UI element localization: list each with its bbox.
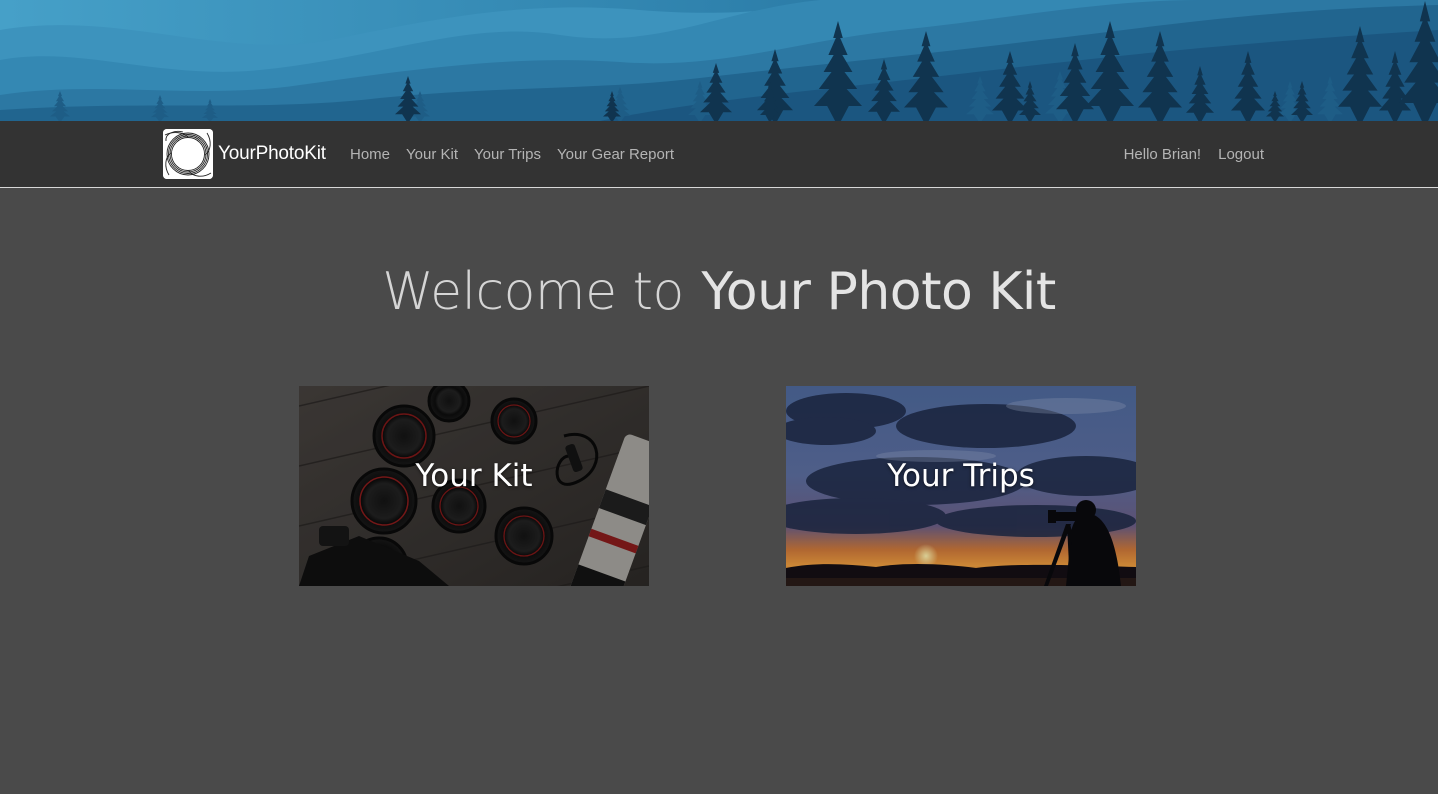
header-banner	[0, 0, 1438, 121]
your-trips-card[interactable]: Your Trips	[786, 386, 1136, 586]
primary-nav: Home Your Kit Your Trips Your Gear Repor…	[350, 121, 690, 188]
mountain-forest-illustration	[0, 0, 1438, 121]
your-kit-card-label: Your Kit	[415, 458, 533, 494]
brand-home-link[interactable]: YourPhotoKit	[163, 129, 326, 179]
user-nav: Hello Brian! Logout	[1107, 121, 1264, 188]
page-title: Welcome to Your Photo Kit	[0, 262, 1438, 322]
nav-your-trips-link[interactable]: Your Trips	[474, 146, 541, 163]
page-title-emphasis: Your Photo Kit	[701, 262, 1056, 322]
nav-your-kit-link[interactable]: Your Kit	[406, 146, 458, 163]
brand-name: YourPhotoKit	[218, 143, 326, 164]
your-trips-card-label: Your Trips	[887, 458, 1035, 494]
logout-link[interactable]: Logout	[1218, 146, 1264, 163]
your-kit-card[interactable]: Your Kit	[299, 386, 649, 586]
spiral-aperture-logo-icon	[163, 129, 213, 179]
user-greeting-link[interactable]: Hello Brian!	[1124, 146, 1202, 163]
top-navbar: YourPhotoKit Home Your Kit Your Trips Yo…	[0, 121, 1438, 188]
page-title-prefix: Welcome to	[382, 262, 684, 322]
nav-home-link[interactable]: Home	[350, 146, 390, 163]
nav-gear-report-link[interactable]: Your Gear Report	[557, 146, 674, 163]
